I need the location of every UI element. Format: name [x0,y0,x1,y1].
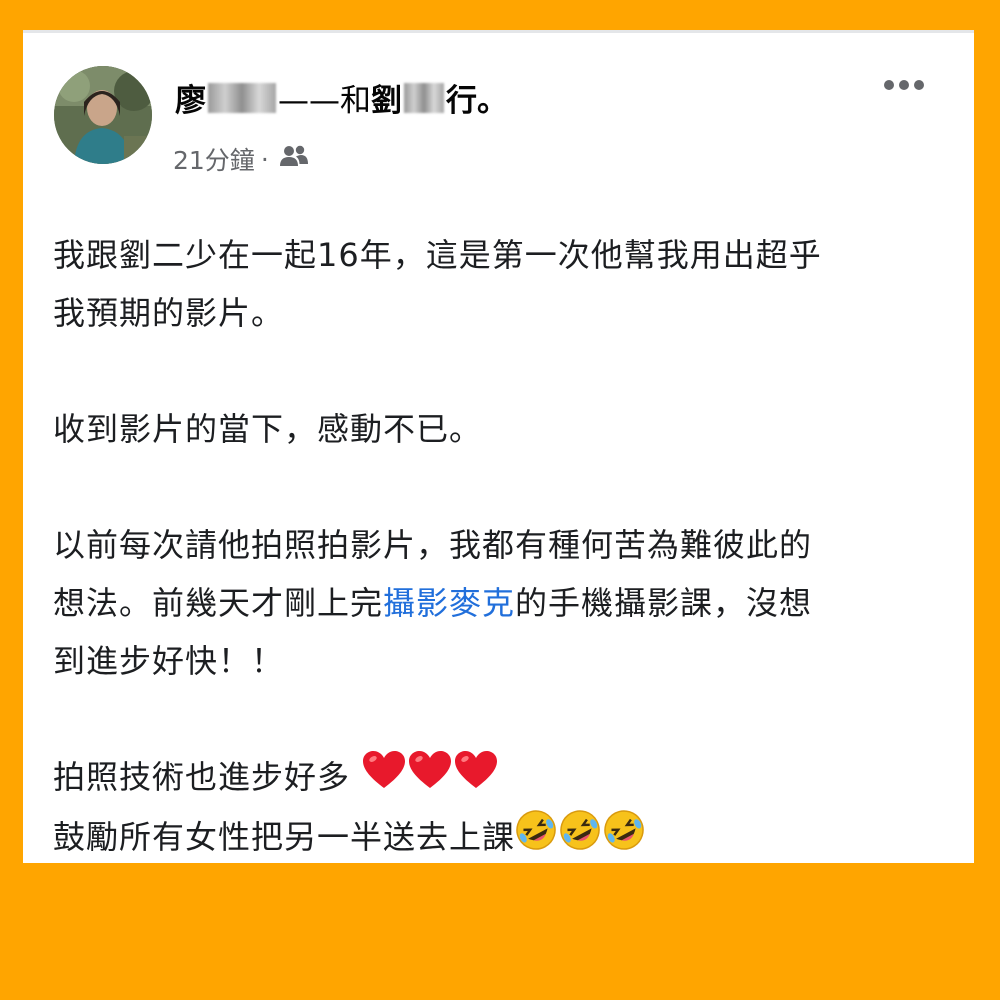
post-text: 的手機攝影課，沒想 [515,584,813,622]
post-body: 我跟劉二少在一起16年，這是第一次他幫我用出超乎 我預期的影片。 收到影片的當下… [53,226,953,869]
post-line: 想法。前幾天才剛上完攝影麥克的手機攝影課，沒想 [53,574,953,632]
author-suffix: 行。 [446,83,508,119]
friends-icon[interactable] [279,144,309,174]
post-line: 以前每次請他拍照拍影片，我都有種何苦為難彼此的 [53,526,813,564]
author-name[interactable]: 廖 [175,75,206,120]
page-link[interactable]: 攝影麥克 [383,584,515,622]
post-card: 廖 ——和 劉 行。 21分鐘 · 我跟劉二少在一起16年，這是第一次他幫我用出… [23,30,974,863]
rolling-on-floor-laughing-icon [515,809,557,869]
post-text: 鼓勵所有女性把另一半送去上課 [53,818,516,856]
post-line: 我跟劉二少在一起16年，這是第一次他幫我用出超乎 [53,236,822,274]
tag-connector: ——和 [278,83,371,119]
post-line: 鼓勵所有女性把另一半送去上課 [53,808,953,869]
red-heart-icon [362,750,406,808]
redacted-name-block [404,82,444,113]
post-line: 收到影片的當下，感動不已。 [53,410,483,448]
post-line: 拍照技術也進步好多 [53,748,953,808]
redacted-name-block [208,82,276,113]
post-timestamp[interactable]: 21分鐘 [173,141,255,177]
post-line: 到進步好快！！ [53,642,285,680]
more-options-icon[interactable] [881,75,927,95]
rolling-on-floor-laughing-icon [559,809,601,869]
rolling-on-floor-laughing-icon [603,809,645,869]
red-heart-icon [408,750,452,808]
author-avatar[interactable] [54,66,152,164]
tagged-name[interactable]: 劉 [371,75,402,120]
post-text: 拍照技術也進步好多 [53,758,351,796]
post-author[interactable]: 廖 ——和 劉 行。 [175,75,508,120]
post-line: 我預期的影片。 [53,294,285,332]
post-meta: 21分鐘 · [173,141,309,177]
post-text: 想法。前幾天才剛上完 [53,584,384,622]
meta-separator: · [260,144,269,174]
red-heart-icon [454,750,498,808]
